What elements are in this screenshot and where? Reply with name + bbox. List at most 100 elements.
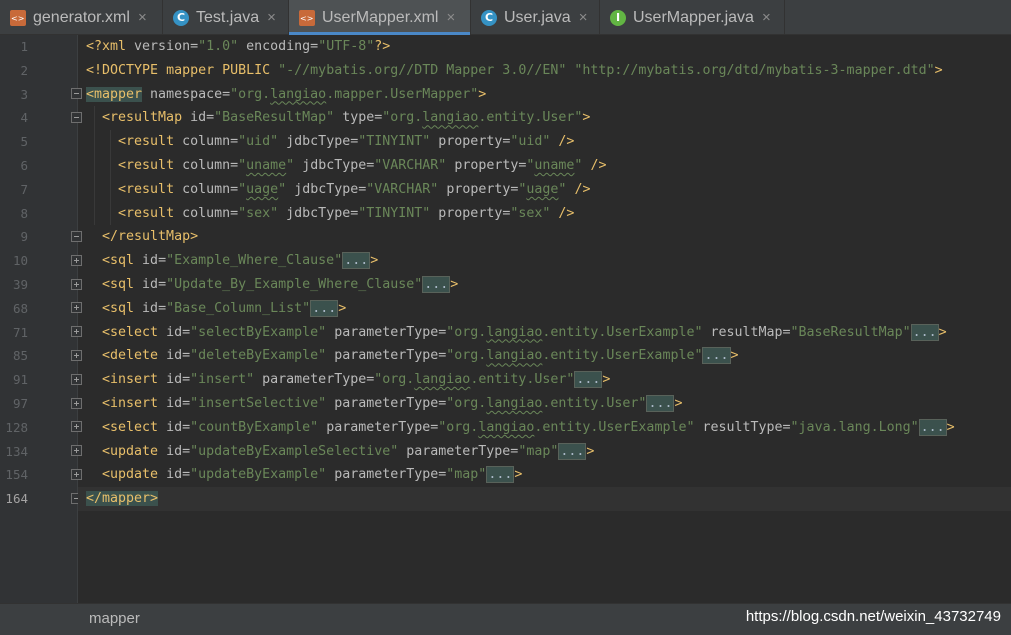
attr-value: "updateByExample" bbox=[190, 467, 327, 483]
attr-value: .entity.UserExample" bbox=[542, 324, 703, 340]
attr-name: type= bbox=[334, 110, 383, 126]
attr-name: property= bbox=[446, 158, 527, 173]
close-icon[interactable]: × bbox=[762, 9, 771, 26]
folded-region[interactable]: ... bbox=[558, 442, 587, 460]
folded-region[interactable]: ... bbox=[310, 299, 339, 317]
tab-user-java[interactable]: C User.java × bbox=[471, 0, 600, 35]
attr-name: property= bbox=[430, 134, 511, 150]
code-line-154[interactable]: <update id="updateByExample" parameterTy… bbox=[78, 463, 1011, 487]
tag-open: <select bbox=[102, 324, 159, 340]
tab-usermapper-java[interactable]: I UserMapper.java × bbox=[600, 0, 785, 35]
line-number: 6 bbox=[20, 158, 28, 173]
line-number: 71 bbox=[12, 324, 28, 340]
attr-name: parameterType= bbox=[398, 443, 519, 459]
line-number: 1 bbox=[20, 39, 28, 54]
tag-close: > bbox=[674, 396, 683, 411]
line-number-gutter[interactable]: 1 2 3 4 5 6 7 8 9 10 39 68 71 85 91 97 1… bbox=[0, 35, 82, 603]
code-line-164[interactable]: </mapper> bbox=[78, 487, 1011, 511]
attr-name: id= bbox=[182, 110, 215, 126]
code-line-7[interactable]: <result column="uage" jdbcType="VARCHAR"… bbox=[78, 178, 1011, 202]
line-number: 154 bbox=[5, 467, 28, 483]
attr-value: "insert" bbox=[190, 372, 255, 388]
attr-name: id= bbox=[134, 277, 167, 292]
attr-value: "org. bbox=[446, 396, 487, 411]
attr-value: "BaseResultMap" bbox=[214, 110, 335, 126]
code-line-68[interactable]: <sql id="Base_Column_List"... > bbox=[78, 297, 1011, 321]
folded-region[interactable]: ... bbox=[342, 252, 371, 270]
folded-region[interactable]: ... bbox=[646, 395, 675, 412]
tag-open: <result bbox=[118, 205, 175, 221]
close-icon[interactable]: × bbox=[446, 9, 455, 26]
line-number: 2 bbox=[20, 62, 28, 78]
code-line-6[interactable]: <result column="uname" jdbcType="VARCHAR… bbox=[78, 154, 1011, 178]
tab-test-java[interactable]: C Test.java × bbox=[163, 0, 289, 35]
tag-close: > bbox=[730, 348, 739, 364]
code-line-71[interactable]: <select id="selectByExample" parameterTy… bbox=[78, 321, 1011, 345]
attr-value: "UTF-8" bbox=[318, 39, 375, 54]
code-line-3[interactable]: <mapper namespace="org.langiao.mapper.Us… bbox=[78, 83, 1011, 107]
attr-value-typo: langiao bbox=[422, 110, 479, 126]
folded-region[interactable]: ... bbox=[574, 371, 603, 389]
tag-close: > bbox=[338, 300, 347, 316]
folded-region[interactable]: ... bbox=[918, 418, 947, 436]
tab-usermapper-xml[interactable]: UserMapper.xml × bbox=[289, 0, 471, 35]
attr-name: property= bbox=[430, 205, 511, 221]
folded-region[interactable]: ... bbox=[910, 323, 939, 341]
watermark: https://blog.csdn.net/weixin_43732749 bbox=[745, 608, 1001, 625]
attr-value: "uid" bbox=[238, 134, 279, 150]
code-line-2[interactable]: <!DOCTYPE mapper PUBLIC "-//mybatis.org/… bbox=[78, 59, 1011, 83]
attr-value: "selectByExample" bbox=[190, 324, 327, 340]
tag-close: > bbox=[478, 86, 487, 102]
code-line-8[interactable]: <result column="sex" jdbcType="TINYINT" … bbox=[78, 202, 1011, 226]
code-line-97[interactable]: <insert id="insertSelective" parameterTy… bbox=[78, 392, 1011, 416]
attr-name: jdbcType= bbox=[286, 181, 367, 197]
code-line-91[interactable]: <insert id="insert" parameterType="org.l… bbox=[78, 368, 1011, 392]
tab-label: Test.java bbox=[196, 8, 260, 26]
attr-value: "BaseResultMap" bbox=[790, 324, 911, 340]
line-number: 134 bbox=[5, 443, 28, 459]
attr-name: version= bbox=[126, 39, 199, 54]
tab-label: generator.xml bbox=[33, 8, 130, 26]
code-line-39[interactable]: <sql id="Update_By_Example_Where_Clause"… bbox=[78, 273, 1011, 297]
tag-close: > bbox=[582, 110, 591, 126]
tag-close: > bbox=[586, 443, 595, 459]
tab-generator-xml[interactable]: generator.xml × bbox=[0, 0, 163, 35]
attr-name: parameterType= bbox=[326, 324, 447, 340]
xml-decl-open: <?xml bbox=[86, 39, 127, 54]
attr-value: "1.0" bbox=[198, 39, 239, 54]
breadcrumb-mapper[interactable]: mapper bbox=[89, 610, 140, 627]
attr-value: " bbox=[278, 181, 287, 197]
attr-name: id= bbox=[134, 253, 167, 269]
attr-name: id= bbox=[158, 419, 191, 435]
attr-name: column= bbox=[174, 134, 239, 150]
line-number: 128 bbox=[5, 419, 28, 435]
folded-region[interactable]: ... bbox=[702, 347, 731, 365]
java-class-icon: C bbox=[480, 9, 498, 27]
attr-name: column= bbox=[174, 181, 239, 197]
attr-name: resultMap= bbox=[702, 324, 791, 340]
attr-value: "org. bbox=[374, 372, 415, 388]
tag-close: /> bbox=[550, 134, 575, 150]
tag-open: <insert bbox=[102, 396, 159, 411]
close-icon[interactable]: × bbox=[267, 9, 276, 26]
code-line-5[interactable]: <result column="uid" jdbcType="TINYINT" … bbox=[78, 130, 1011, 154]
attr-value: "deleteByExample" bbox=[190, 348, 327, 364]
attr-value: "Base_Column_List" bbox=[166, 300, 311, 316]
code-editor[interactable]: <?xml version="1.0" encoding="UTF-8"?> <… bbox=[78, 35, 1011, 603]
code-line-134[interactable]: <update id="updateByExampleSelective" pa… bbox=[78, 440, 1011, 464]
close-icon[interactable]: × bbox=[138, 9, 147, 26]
code-line-4[interactable]: <resultMap id="BaseResultMap" type="org.… bbox=[78, 106, 1011, 130]
code-line-128[interactable]: <select id="countByExample" parameterTyp… bbox=[78, 416, 1011, 440]
attr-name: resultType= bbox=[694, 419, 791, 435]
code-line-85[interactable]: <delete id="deleteByExample" parameterTy… bbox=[78, 344, 1011, 368]
attr-name: id= bbox=[158, 467, 191, 483]
tag-close: > bbox=[602, 372, 611, 388]
close-icon[interactable]: × bbox=[579, 9, 588, 26]
code-line-10[interactable]: <sql id="Example_Where_Clause"... > bbox=[78, 249, 1011, 273]
folded-region[interactable]: ... bbox=[486, 466, 515, 484]
code-line-1[interactable]: <?xml version="1.0" encoding="UTF-8"?> bbox=[78, 35, 1011, 59]
attr-name: encoding= bbox=[238, 39, 319, 54]
folded-region[interactable]: ... bbox=[422, 276, 451, 293]
code-line-9[interactable]: </resultMap> bbox=[78, 225, 1011, 249]
attr-name: column= bbox=[174, 205, 239, 221]
